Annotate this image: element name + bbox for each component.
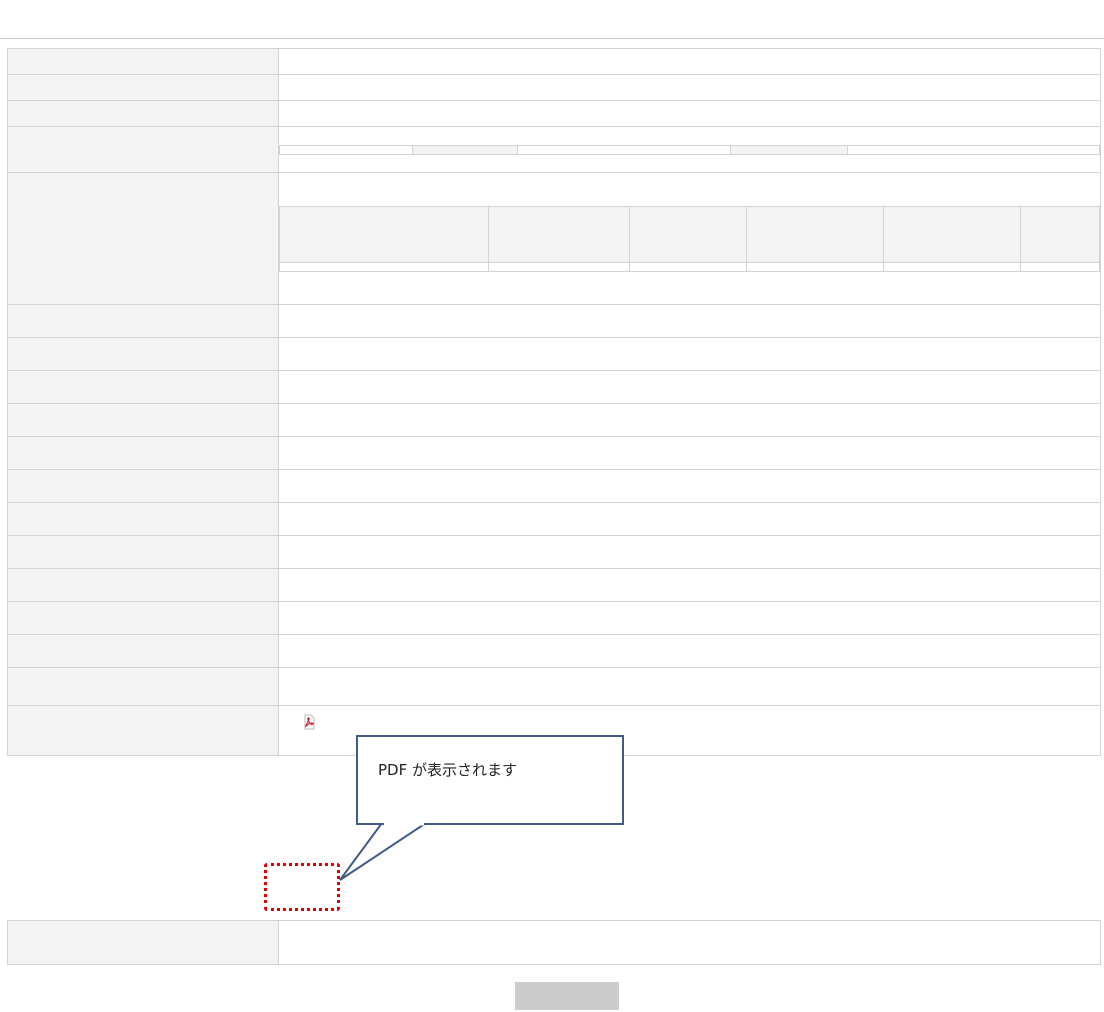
callout-tail-cover	[384, 822, 424, 826]
back-to-list-button[interactable]	[515, 982, 619, 1010]
